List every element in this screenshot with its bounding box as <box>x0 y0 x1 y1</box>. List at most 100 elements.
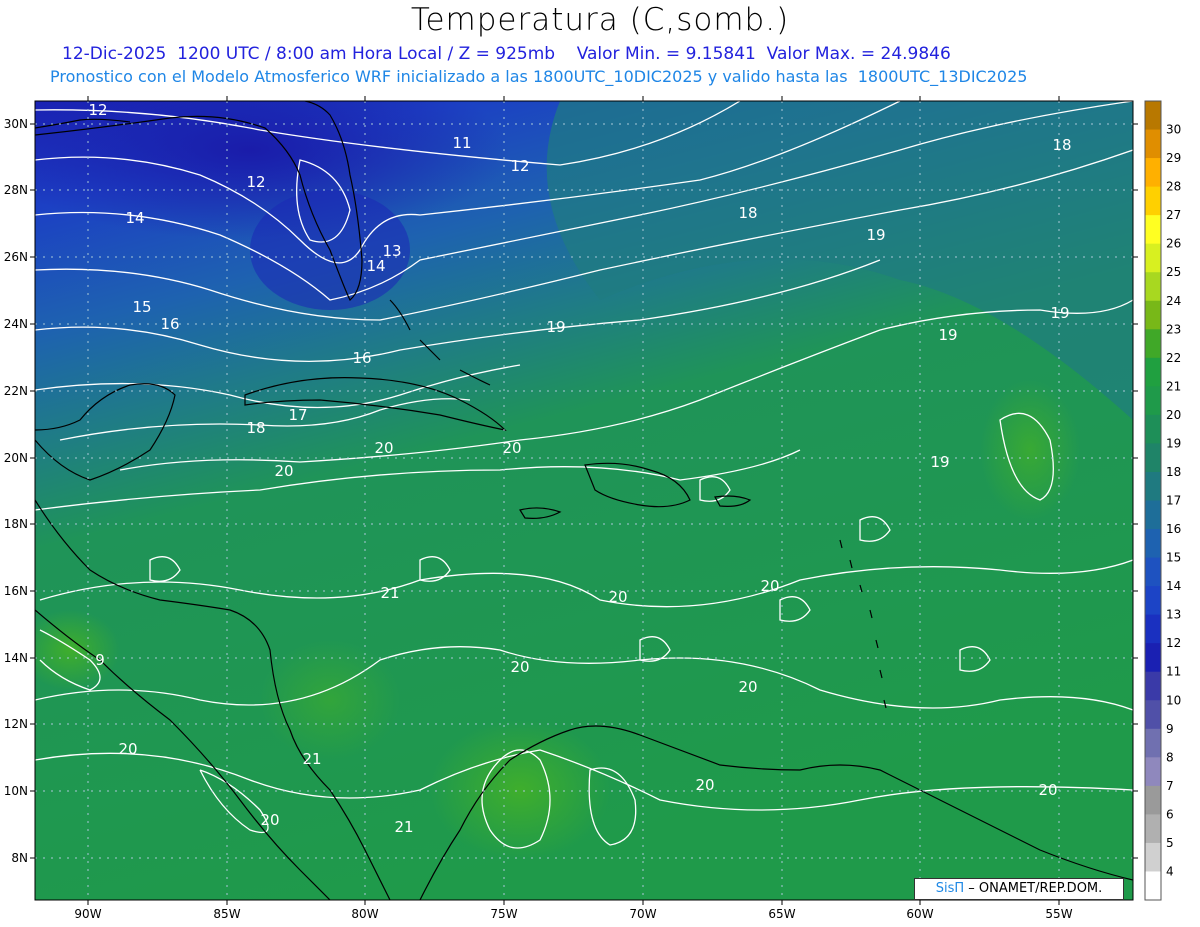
lon-label: 75W <box>490 907 517 921</box>
colorbar-label: 9 <box>1166 722 1174 736</box>
colorbar-swatch <box>1145 215 1161 245</box>
isotherm-label: 20 <box>502 439 521 457</box>
colorbar-label: 4 <box>1166 864 1174 878</box>
isotherm-label: 16 <box>160 315 179 333</box>
colorbar-label: 19 <box>1166 436 1181 450</box>
colorbar-swatch <box>1145 158 1161 188</box>
isotherm-label: 20 <box>510 658 529 676</box>
isotherm-label: 20 <box>608 588 627 606</box>
colorbar-label: 8 <box>1166 750 1174 764</box>
colorbar-label: 14 <box>1166 579 1181 593</box>
colorbar-swatch <box>1145 471 1161 501</box>
lon-label: 70W <box>629 907 656 921</box>
isotherm-label: 17 <box>288 406 307 424</box>
lat-label: 20N <box>4 451 28 465</box>
colorbar-swatch <box>1145 272 1161 302</box>
colorbar-swatch <box>1145 814 1161 844</box>
lat-label: 22N <box>4 384 28 398</box>
lat-label: 26N <box>4 250 28 264</box>
lon-label: 85W <box>213 907 240 921</box>
colorbar-label: 7 <box>1166 779 1174 793</box>
colorbar-swatch <box>1145 443 1161 473</box>
colorbar-swatch <box>1145 414 1161 444</box>
colorbar-label: 15 <box>1166 551 1181 565</box>
colorbar-swatch <box>1145 500 1161 530</box>
colorbar-label: 29 <box>1166 151 1181 165</box>
lat-label: 14N <box>4 651 28 665</box>
isotherm-label: 19 <box>938 326 957 344</box>
isotherm-label: 18 <box>1052 136 1071 154</box>
credit-text: – ONAMET/REP.DOM. <box>964 881 1103 896</box>
colorbar-swatch <box>1145 586 1161 616</box>
isotherm-label: 15 <box>132 298 151 316</box>
lon-label: 90W <box>74 907 101 921</box>
colorbar-label: 22 <box>1166 351 1181 365</box>
colorbar-label: 27 <box>1166 208 1181 222</box>
colorbar-label: 5 <box>1166 836 1174 850</box>
lat-label: 18N <box>4 517 28 531</box>
sispi-logo-text: SisΠ <box>935 881 965 896</box>
credit-badge: SisΠ – ONAMET/REP.DOM. <box>914 878 1124 900</box>
temperature-field: 121112121413141516161818171919 1919202020… <box>35 101 1133 900</box>
colorbar-label: 10 <box>1166 693 1181 707</box>
colorbar-label: 26 <box>1166 237 1181 251</box>
lon-label: 55W <box>1045 907 1072 921</box>
colorbar-swatch <box>1145 386 1161 416</box>
colorbar-label: 24 <box>1166 294 1181 308</box>
colorbar-legend: 30 29 28 27 26 25 24 23 22 21 20 19 18 17 16 15 14 13 12 11… <box>1144 100 1181 901</box>
isotherm-label: 20 <box>374 439 393 457</box>
isotherm-label: 11 <box>452 134 471 152</box>
colorbar-swatch <box>1145 871 1161 901</box>
colorbar-label: 12 <box>1166 636 1181 650</box>
isotherm-label: 20 <box>760 577 779 595</box>
lon-label: 80W <box>351 907 378 921</box>
isotherm-label: 20 <box>695 776 714 794</box>
isotherm-label: 19 <box>1050 304 1069 322</box>
colorbar-swatch <box>1145 728 1161 758</box>
lat-label: 10N <box>4 784 28 798</box>
colorbar-swatch <box>1145 243 1161 273</box>
isotherm-label: 19 <box>546 318 565 336</box>
colorbar-swatch <box>1145 643 1161 673</box>
colorbar-swatch <box>1145 700 1161 730</box>
colorbar-swatch <box>1145 757 1161 787</box>
temperature-map: 12 11 12 12 14 13 14 15 16 16 18 18 17 19 19 19 19 20 20 20… <box>4 96 1181 921</box>
colorbar-swatch <box>1145 557 1161 587</box>
colorbar-swatch <box>1145 614 1161 644</box>
colorbar-swatch <box>1145 842 1161 872</box>
colorbar-swatch <box>1145 101 1161 131</box>
isotherm-label: 9 <box>95 651 105 669</box>
colorbar-label: 25 <box>1166 265 1181 279</box>
lat-label: 12N <box>4 717 28 731</box>
colorbar-swatch <box>1145 785 1161 815</box>
isotherm-label: 16 <box>352 349 371 367</box>
isotherm-label: 21 <box>394 818 413 836</box>
colorbar-swatch <box>1145 329 1161 359</box>
isotherm-label: 12 <box>246 173 265 191</box>
isotherm-label: 20 <box>1038 781 1057 799</box>
colorbar-label: 13 <box>1166 608 1181 622</box>
colorbar-label: 23 <box>1166 322 1181 336</box>
lat-label: 8N <box>11 851 28 865</box>
isotherm-label: 18 <box>738 204 757 222</box>
colorbar-swatch <box>1145 671 1161 701</box>
lon-label: 60W <box>906 907 933 921</box>
colorbar-label: 11 <box>1166 665 1181 679</box>
colorbar-swatch <box>1145 300 1161 330</box>
colorbar-swatch <box>1145 129 1161 159</box>
lat-label: 30N <box>4 117 28 131</box>
isotherm-label: 21 <box>302 750 321 768</box>
lon-label: 65W <box>768 907 795 921</box>
colorbar-label: 6 <box>1166 807 1174 821</box>
lat-label: 28N <box>4 183 28 197</box>
colorbar-swatch <box>1145 357 1161 387</box>
colorbar-label: 21 <box>1166 379 1181 393</box>
colorbar-label: 20 <box>1166 408 1181 422</box>
isotherm-label: 19 <box>930 453 949 471</box>
isotherm-label: 21 <box>380 584 399 602</box>
isotherm-label: 20 <box>274 462 293 480</box>
isotherm-label: 20 <box>738 678 757 696</box>
colorbar-swatch <box>1145 186 1161 216</box>
colorbar-label: 18 <box>1166 465 1181 479</box>
colorbar-label: 16 <box>1166 522 1181 536</box>
